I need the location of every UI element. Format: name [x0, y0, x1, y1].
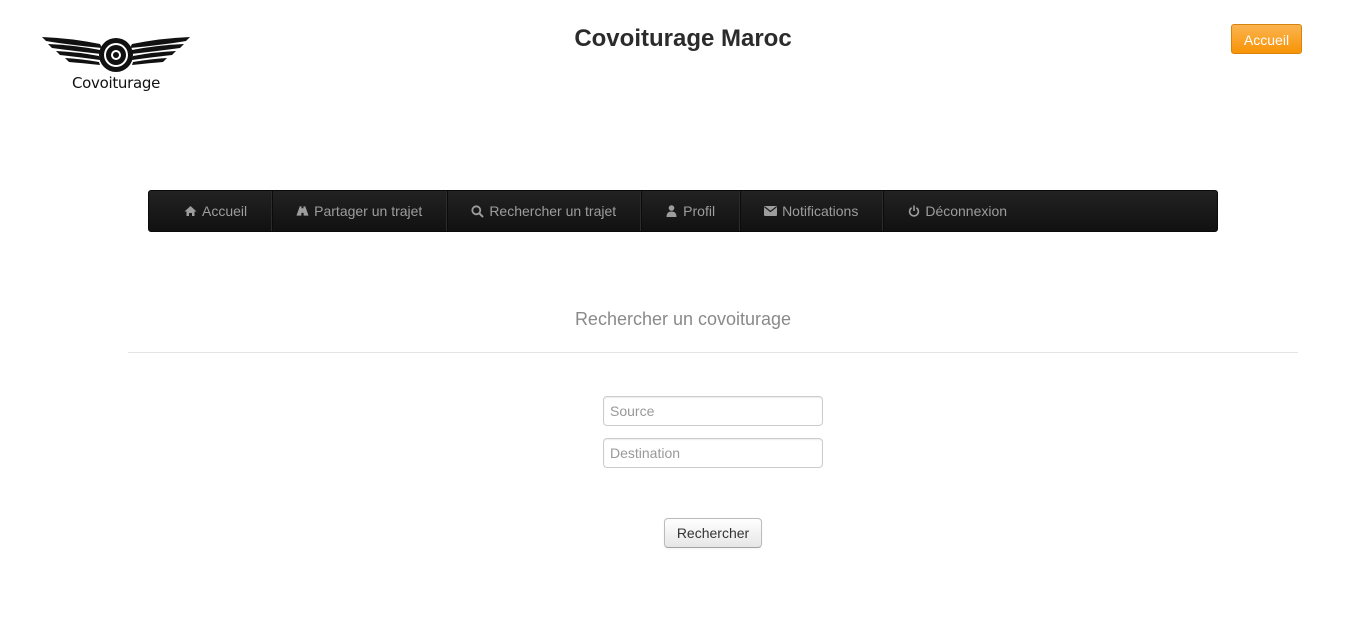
- logo-text: Covoiturage: [71, 74, 161, 92]
- search-button[interactable]: Rechercher: [664, 518, 762, 548]
- page-title: Covoiturage Maroc: [574, 25, 792, 52]
- search-icon: [471, 204, 485, 218]
- nav-item-rechercher[interactable]: Rechercher un trajet: [447, 191, 642, 231]
- power-icon: [907, 205, 920, 218]
- road-icon: [296, 205, 309, 218]
- envelope-icon: [764, 205, 778, 218]
- section-divider: [128, 352, 1298, 353]
- nav-item-partager[interactable]: Partager un trajet: [272, 191, 448, 231]
- search-section-title: Rechercher un covoiturage: [574, 309, 792, 329]
- nav-item-notifications[interactable]: Notifications: [740, 191, 884, 231]
- home-button[interactable]: Accueil: [1231, 24, 1302, 54]
- nav-label: Rechercher un trajet: [489, 203, 617, 219]
- nav-label: Déconnexion: [925, 203, 1008, 219]
- nav-item-accueil[interactable]: Accueil: [149, 191, 273, 231]
- nav-item-profil[interactable]: Profil: [641, 191, 741, 231]
- nav-label: Notifications: [782, 203, 859, 219]
- nav-label: Accueil: [202, 203, 248, 219]
- main-navbar: Accueil Partager un trajet Rechercher un…: [148, 190, 1218, 232]
- nav-item-deconnexion[interactable]: Déconnexion: [883, 191, 1031, 231]
- user-icon: [665, 205, 678, 218]
- nav-label: Profil: [683, 203, 716, 219]
- nav-label: Partager un trajet: [314, 203, 423, 219]
- source-input[interactable]: [603, 396, 823, 426]
- destination-input[interactable]: [603, 438, 823, 468]
- home-icon: [184, 205, 197, 218]
